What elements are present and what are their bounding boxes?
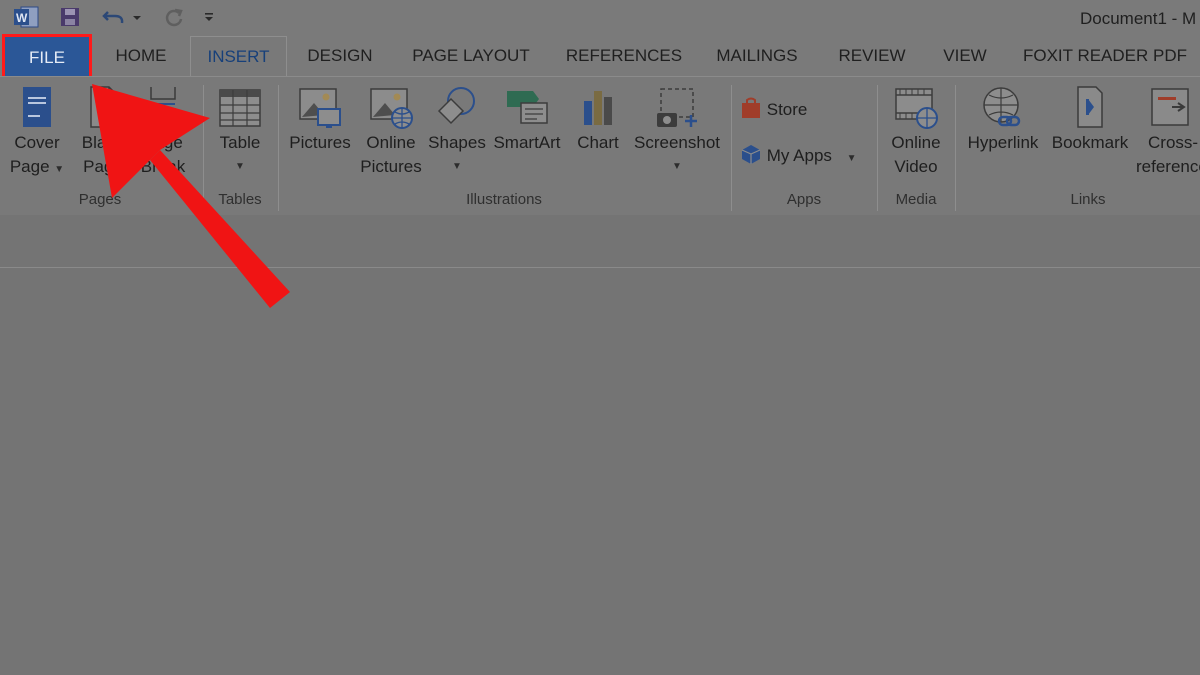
online-video-icon (895, 88, 938, 129)
customize-icon[interactable] (200, 4, 218, 30)
smartart-label: SmartArt (493, 133, 561, 152)
group-separator (731, 85, 732, 211)
bookmark-icon (1077, 86, 1103, 128)
group-label-links: Links (1070, 191, 1106, 208)
blank-page-icon (90, 86, 118, 128)
save-icon[interactable] (56, 4, 84, 30)
online-pictures-label-2: Pictures (360, 157, 422, 176)
my-apps-icon (741, 145, 761, 164)
dropdown-caret-icon: ▼ (235, 161, 245, 172)
blank-page-button[interactable]: Blank Page (76, 85, 130, 179)
store-button[interactable]: Store (740, 97, 820, 122)
my-apps-button[interactable]: My Apps ▼ (740, 143, 870, 171)
store-label: Store (766, 100, 808, 119)
group-separator (955, 85, 956, 211)
page-break-label-1: Page (143, 133, 183, 152)
undo-icon[interactable] (100, 4, 144, 30)
online-pictures-icon (370, 88, 413, 129)
cover-page-label-1: Cover (14, 133, 60, 152)
page-break-label-2: Break (140, 157, 186, 176)
title-bar: W Document1 - M (0, 0, 1200, 36)
online-video-label-1: Online (891, 133, 941, 152)
hyperlink-button[interactable]: Hyperlink (962, 85, 1044, 155)
pictures-label: Pictures (289, 133, 351, 152)
blank-page-label-2: Page (83, 157, 123, 176)
online-video-button[interactable]: Online Video (884, 85, 948, 179)
page-break-icon (150, 87, 176, 129)
cover-page-button[interactable]: Cover Page ▼ (6, 85, 68, 182)
cover-page-icon (23, 87, 51, 127)
group-label-media: Media (895, 191, 937, 208)
tab-review[interactable]: REVIEW (828, 36, 916, 76)
word-icon[interactable]: W (12, 4, 40, 30)
group-label-illustrations: Illustrations (466, 191, 542, 208)
screenshot-label: Screenshot (634, 133, 720, 152)
online-pictures-label-1: Online (366, 133, 416, 152)
dropdown-caret-icon: ▼ (54, 164, 65, 175)
ribbon-tabs: FILE HOME INSERT DESIGN PAGE LAYOUT REFE… (0, 34, 1200, 79)
pictures-icon (299, 88, 341, 128)
bookmark-label: Bookmark (1051, 133, 1129, 152)
chart-icon (584, 91, 612, 125)
cross-reference-label-2: reference (1136, 157, 1200, 176)
dropdown-caret-icon: ▼ (846, 153, 857, 164)
redo-icon[interactable] (160, 4, 188, 30)
svg-text:W: W (16, 11, 28, 25)
group-separator (877, 85, 878, 211)
tab-design[interactable]: DESIGN (296, 36, 384, 76)
cross-reference-icon (1151, 88, 1189, 126)
document-area[interactable] (0, 268, 1200, 675)
smartart-button[interactable]: SmartArt (490, 85, 564, 155)
dropdown-caret-icon: ▼ (452, 161, 462, 172)
blank-page-label-1: Blank (81, 133, 125, 152)
table-icon (219, 89, 261, 127)
dropdown-caret-icon: ▼ (672, 161, 682, 172)
bookmark-button[interactable]: Bookmark (1048, 85, 1132, 155)
hyperlink-label: Hyperlink (967, 133, 1039, 152)
screenshot-button[interactable]: Screenshot ▼ (630, 85, 724, 179)
insert-ribbon: Cover Page ▼ Blank Page Page Break Pages… (0, 76, 1200, 216)
tab-mailings[interactable]: MAILINGS (704, 36, 810, 76)
document-title: Document1 - M (1080, 9, 1197, 28)
store-icon (742, 97, 760, 118)
shapes-icon (437, 87, 475, 125)
chart-label: Chart (577, 133, 619, 152)
online-video-label-2: Video (894, 157, 938, 176)
tab-page-layout[interactable]: PAGE LAYOUT (398, 36, 544, 76)
group-label-apps: Apps (786, 191, 822, 208)
hyperlink-icon (983, 87, 1021, 127)
pictures-button[interactable]: Pictures (286, 85, 354, 155)
shapes-button[interactable]: Shapes ▼ (428, 85, 486, 179)
group-separator (278, 85, 279, 211)
my-apps-label: My Apps (766, 146, 832, 165)
cross-reference-label-1: Cross- (1148, 133, 1199, 152)
group-label-pages: Pages (78, 191, 122, 208)
tab-foxit-reader-pdf[interactable]: FOXIT READER PDF (1016, 36, 1194, 76)
smartart-icon (507, 91, 548, 124)
tab-references[interactable]: REFERENCES (560, 36, 688, 76)
group-label-tables: Tables (218, 191, 262, 208)
tab-home[interactable]: HOME (100, 36, 182, 76)
shapes-label: Shapes (428, 133, 486, 152)
tab-file[interactable]: FILE (2, 34, 92, 79)
cross-reference-button[interactable]: Cross- reference (1136, 85, 1200, 179)
chart-button[interactable]: Chart (570, 85, 626, 155)
tab-view[interactable]: VIEW (932, 36, 998, 76)
online-pictures-button[interactable]: Online Pictures (358, 85, 424, 179)
ruler-area (0, 215, 1200, 268)
tab-insert[interactable]: INSERT (190, 36, 287, 76)
page-break-button[interactable]: Page Break (136, 85, 190, 179)
table-button[interactable]: Table ▼ (210, 85, 270, 179)
screenshot-icon (657, 88, 697, 127)
table-label: Table (219, 133, 261, 152)
cover-page-label-2: Page ▼ (9, 157, 65, 176)
group-separator (203, 85, 204, 211)
